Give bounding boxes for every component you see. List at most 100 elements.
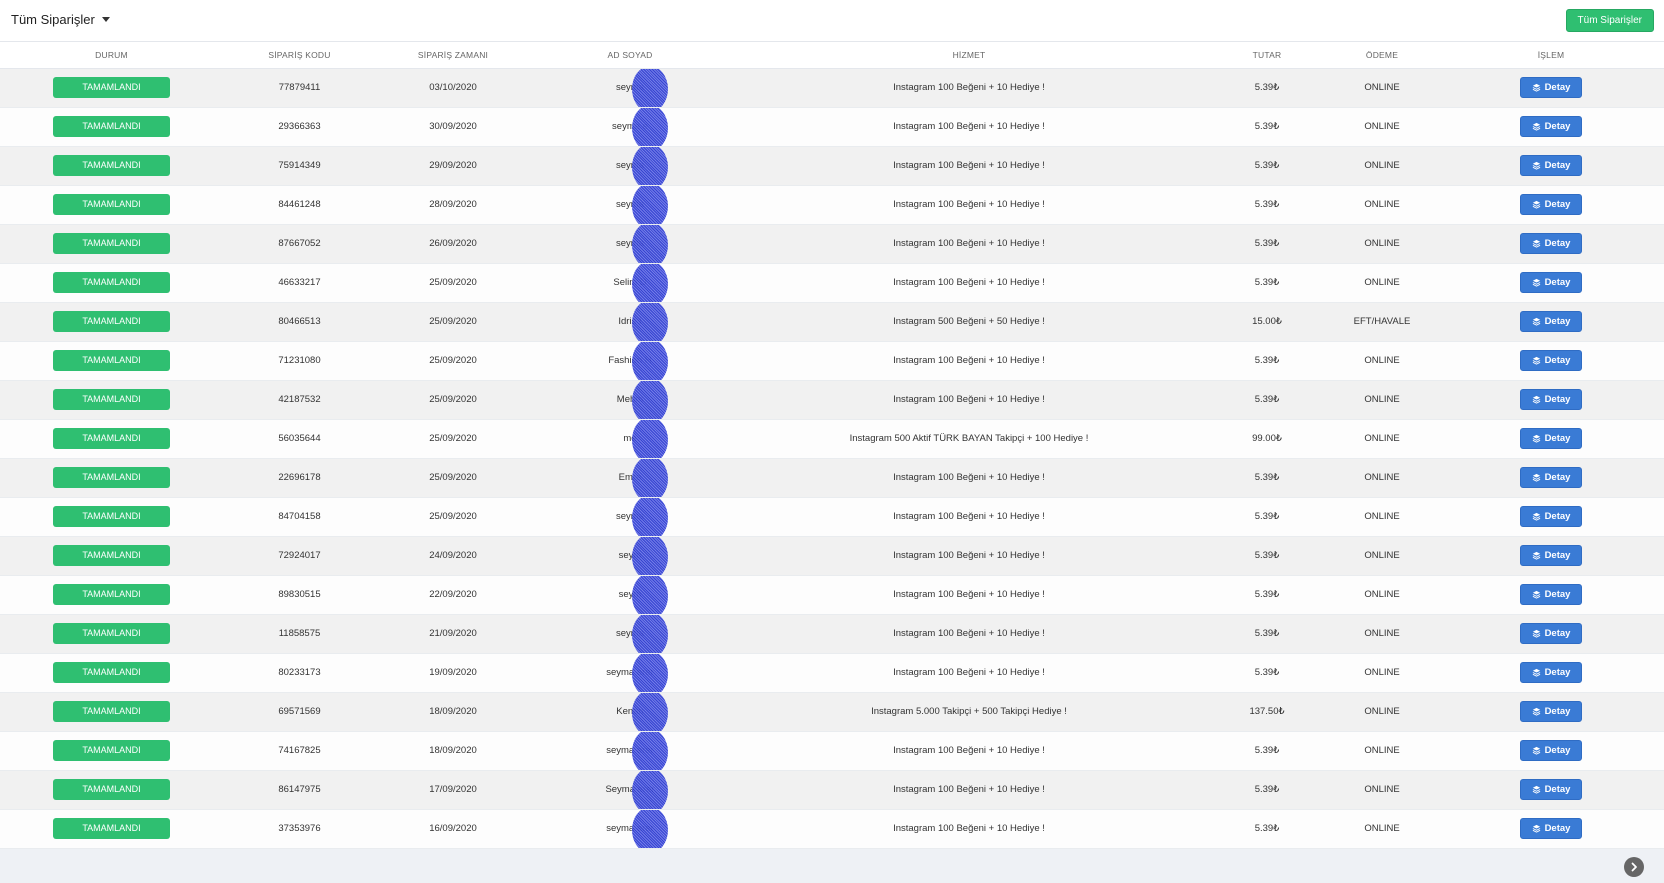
status-cell: TAMAMLANDI: [0, 614, 223, 654]
service-cell: Instagram 100 Beğeni + 10 Hediye !: [730, 458, 1208, 498]
status-cell: TAMAMLANDI: [0, 224, 223, 264]
amount-cell: 5.39₺: [1208, 107, 1326, 147]
amount-cell: 5.39₺: [1208, 341, 1326, 381]
detail-button[interactable]: Detay: [1520, 545, 1582, 566]
detail-button-label: Detay: [1544, 784, 1571, 795]
payment-cell: ONLINE: [1326, 263, 1438, 303]
amount-cell: 5.39₺: [1208, 536, 1326, 576]
layers-icon: [1532, 824, 1540, 833]
redaction-scribble: [632, 224, 668, 262]
status-badge: TAMAMLANDI: [53, 428, 170, 449]
amount-cell: 5.39₺: [1208, 497, 1326, 537]
payment-cell: ONLINE: [1326, 614, 1438, 654]
amount-cell: 99.00₺: [1208, 419, 1326, 459]
order-date-cell: 28/09/2020: [376, 185, 530, 225]
payment-cell: ONLINE: [1326, 770, 1438, 810]
detail-button[interactable]: Detay: [1520, 740, 1582, 761]
detail-button-label: Detay: [1544, 199, 1571, 210]
status-cell: TAMAMLANDI: [0, 263, 223, 303]
detail-button[interactable]: Detay: [1520, 467, 1582, 488]
detail-button[interactable]: Detay: [1520, 77, 1582, 98]
status-cell: TAMAMLANDI: [0, 536, 223, 576]
detail-button[interactable]: Detay: [1520, 155, 1582, 176]
redaction-scribble: [632, 341, 668, 379]
table-row: TAMAMLANDI 56035644 25/09/2020 me Instagram …: [0, 419, 1664, 459]
detail-button[interactable]: Detay: [1520, 623, 1582, 644]
redaction-scribble: [632, 107, 668, 145]
detail-button-label: Detay: [1544, 160, 1571, 171]
detail-button-label: Detay: [1544, 82, 1571, 93]
redaction-scribble: [632, 419, 668, 457]
order-code-cell: 80233173: [223, 653, 376, 693]
detail-button-label: Detay: [1544, 589, 1571, 600]
action-cell: Detay: [1438, 146, 1664, 186]
order-filter-dropdown[interactable]: Tüm Siparişler: [11, 12, 110, 27]
detail-button-label: Detay: [1544, 511, 1571, 522]
detail-button-label: Detay: [1544, 355, 1571, 366]
customer-name-cell: Fashion H: [530, 341, 730, 381]
status-badge: TAMAMLANDI: [53, 311, 170, 332]
detail-button-label: Detay: [1544, 316, 1571, 327]
action-cell: Detay: [1438, 458, 1664, 498]
detail-button-label: Detay: [1544, 472, 1571, 483]
redaction-scribble: [632, 614, 668, 652]
action-cell: Detay: [1438, 68, 1664, 108]
table-row: TAMAMLANDI 80466513 25/09/2020 Idris I Insta…: [0, 302, 1664, 342]
detail-button[interactable]: Detay: [1520, 584, 1582, 605]
status-cell: TAMAMLANDI: [0, 341, 223, 381]
top-bar: Tüm Siparişler Tüm Siparişler: [0, 0, 1664, 42]
layers-icon: [1532, 434, 1540, 443]
service-cell: Instagram 100 Beğeni + 10 Hediye !: [730, 770, 1208, 810]
action-cell: Detay: [1438, 536, 1664, 576]
order-date-cell: 17/09/2020: [376, 770, 530, 810]
amount-cell: 5.39₺: [1208, 458, 1326, 498]
table-row: TAMAMLANDI 74167825 18/09/2020 seyma erer In…: [0, 731, 1664, 771]
detail-button[interactable]: Detay: [1520, 428, 1582, 449]
order-code-cell: 29366363: [223, 107, 376, 147]
order-code-cell: 69571569: [223, 692, 376, 732]
column-header: SİPARİŞ KODU: [223, 42, 376, 69]
payment-cell: ONLINE: [1326, 731, 1438, 771]
status-cell: TAMAMLANDI: [0, 770, 223, 810]
detail-button[interactable]: Detay: [1520, 272, 1582, 293]
status-badge: TAMAMLANDI: [53, 272, 170, 293]
status-badge: TAMAMLANDI: [53, 506, 170, 527]
amount-cell: 5.39₺: [1208, 653, 1326, 693]
amount-cell: 5.39₺: [1208, 185, 1326, 225]
detail-button[interactable]: Detay: [1520, 350, 1582, 371]
payment-cell: ONLINE: [1326, 146, 1438, 186]
status-cell: TAMAMLANDI: [0, 107, 223, 147]
table-row: TAMAMLANDI 84461248 28/09/2020 seyma Instagr…: [0, 185, 1664, 225]
layers-icon: [1532, 239, 1540, 248]
detail-button[interactable]: Detay: [1520, 194, 1582, 215]
status-cell: TAMAMLANDI: [0, 380, 223, 420]
redaction-scribble: [632, 263, 668, 301]
status-badge: TAMAMLANDI: [53, 818, 170, 839]
action-cell: Detay: [1438, 302, 1664, 342]
customer-name-cell: Idris I: [530, 302, 730, 342]
payment-cell: ONLINE: [1326, 224, 1438, 264]
detail-button[interactable]: Detay: [1520, 389, 1582, 410]
detail-button[interactable]: Detay: [1520, 701, 1582, 722]
next-page-button[interactable]: [1624, 857, 1644, 877]
customer-name-cell: seyma: [530, 224, 730, 264]
detail-button[interactable]: Detay: [1520, 818, 1582, 839]
amount-cell: 5.39₺: [1208, 731, 1326, 771]
table-row: TAMAMLANDI 71231080 25/09/2020 Fashion H Ins…: [0, 341, 1664, 381]
detail-button[interactable]: Detay: [1520, 506, 1582, 527]
detail-button[interactable]: Detay: [1520, 779, 1582, 800]
column-header: DURUM: [0, 42, 223, 69]
detail-button[interactable]: Detay: [1520, 311, 1582, 332]
action-cell: Detay: [1438, 575, 1664, 615]
service-cell: Instagram 500 Aktif TÜRK BAYAN Takipçi +…: [730, 419, 1208, 459]
all-orders-button[interactable]: Tüm Siparişler: [1565, 9, 1654, 32]
action-cell: Detay: [1438, 497, 1664, 537]
detail-button[interactable]: Detay: [1520, 662, 1582, 683]
order-date-cell: 25/09/2020: [376, 263, 530, 303]
amount-cell: 5.39₺: [1208, 770, 1326, 810]
service-cell: Instagram 100 Beğeni + 10 Hediye !: [730, 380, 1208, 420]
order-date-cell: 03/10/2020: [376, 68, 530, 108]
payment-cell: EFT/HAVALE: [1326, 302, 1438, 342]
detail-button[interactable]: Detay: [1520, 116, 1582, 137]
detail-button[interactable]: Detay: [1520, 233, 1582, 254]
